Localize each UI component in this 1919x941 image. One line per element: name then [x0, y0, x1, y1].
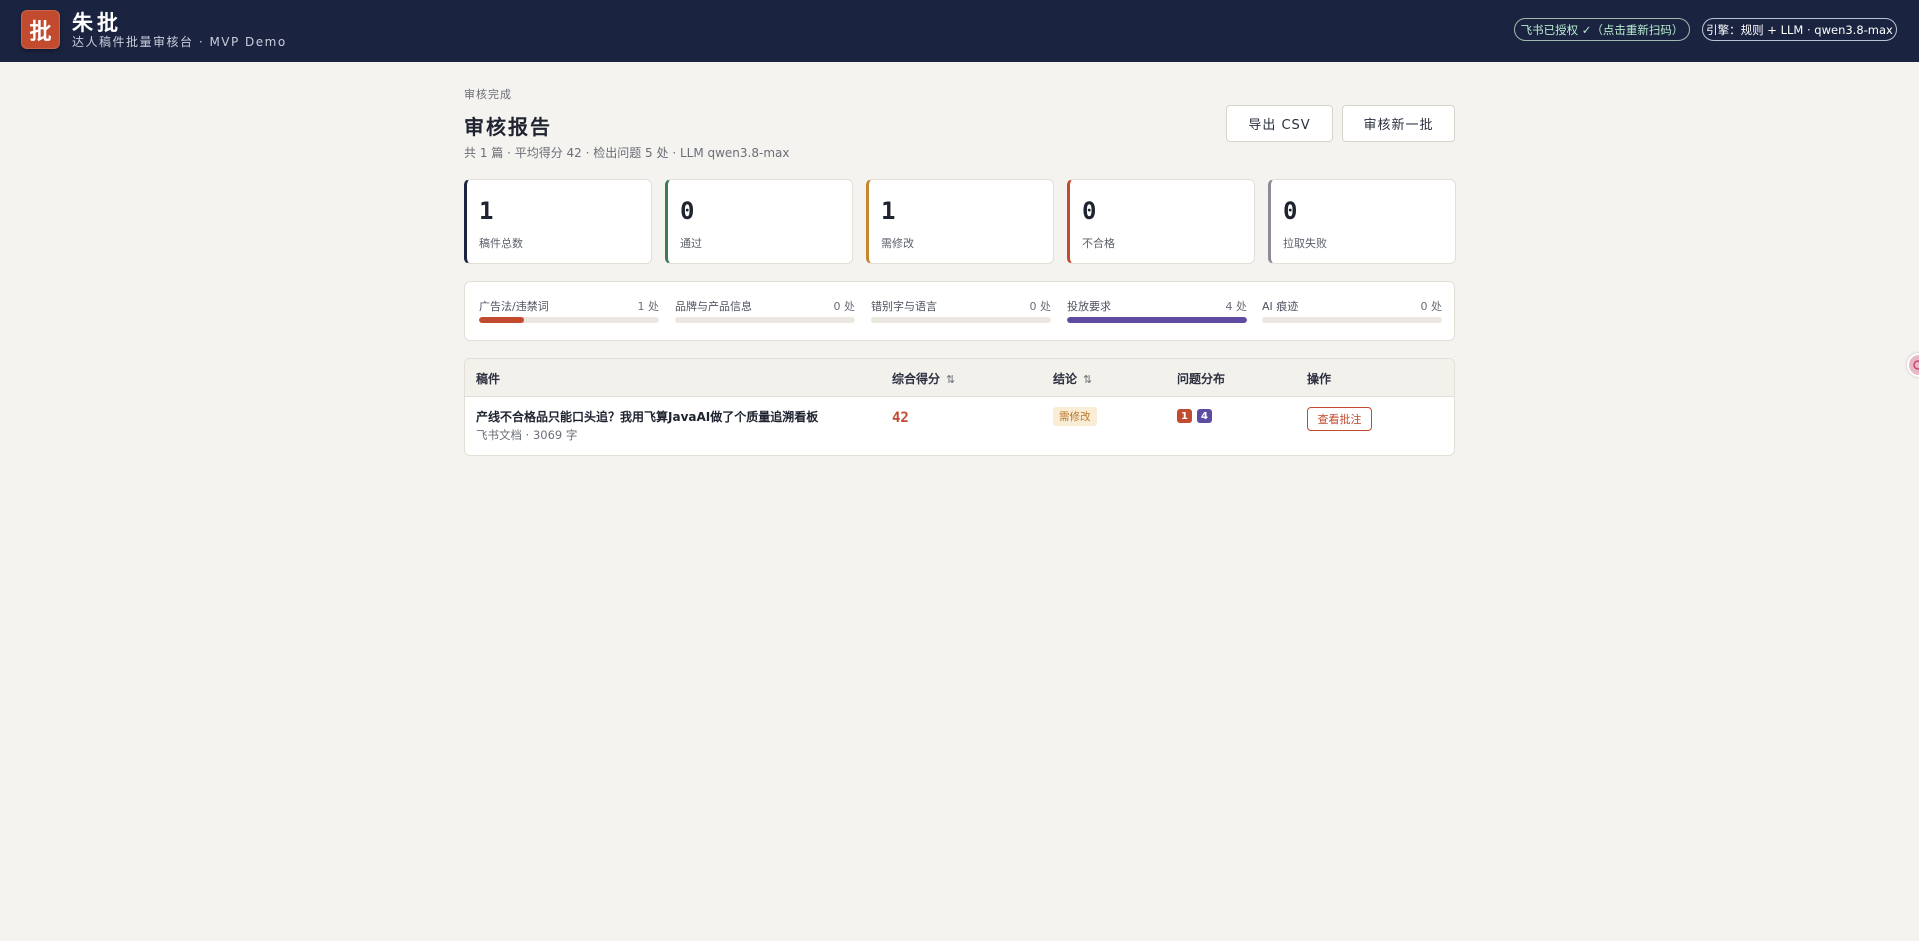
stat-value: 0: [1283, 197, 1298, 225]
app-logo: 批: [21, 10, 60, 49]
category-ai-traces: AI 痕迹 0 处: [1262, 298, 1442, 328]
results-table: 稿件 综合得分 ⇅ 结论 ⇅ 问题分布 操作 产线不合格品只能口头追？我用飞算Jav…: [464, 358, 1455, 456]
category-count: 0 处: [1029, 300, 1052, 313]
category-name: 投放要求: [1067, 300, 1111, 313]
column-header-issues: 问题分布: [1177, 372, 1226, 386]
floating-assistant-icon[interactable]: [1907, 353, 1919, 377]
stat-card-fetch-failed: 0 拉取失败: [1268, 179, 1456, 264]
category-bar-track: [871, 317, 1051, 323]
category-name: 错别字与语言: [871, 300, 937, 313]
stat-label: 通过: [680, 237, 702, 250]
stat-card-passed: 0 通过: [665, 179, 853, 264]
category-bar-track: [1067, 317, 1247, 323]
issue-category-panel: 广告法/违禁词 1 处 品牌与产品信息 0 处 错别字与语言 0 处 投放要求 …: [464, 281, 1455, 341]
view-annotations-button[interactable]: 查看批注: [1307, 407, 1372, 431]
category-count: 0 处: [833, 300, 856, 313]
category-bar-fill: [479, 317, 524, 323]
stat-value: 1: [479, 197, 494, 225]
doc-score: 42: [892, 410, 909, 426]
sort-icon[interactable]: ⇅: [946, 373, 955, 386]
category-count: 1 处: [637, 300, 660, 313]
stat-label: 拉取失败: [1283, 237, 1327, 250]
table-header: 稿件 综合得分 ⇅ 结论 ⇅ 问题分布 操作: [465, 359, 1454, 397]
category-bar-fill: [1067, 317, 1247, 323]
new-batch-button[interactable]: 审核新一批: [1342, 105, 1455, 142]
category-bar-track: [479, 317, 659, 323]
category-count: 0 处: [1420, 300, 1443, 313]
category-brand-product: 品牌与产品信息 0 处: [675, 298, 855, 328]
category-typo-language: 错别字与语言 0 处: [871, 298, 1051, 328]
stat-label: 稿件总数: [479, 237, 523, 250]
report-eyebrow: 审核完成: [464, 88, 512, 101]
category-count: 4 处: [1225, 300, 1248, 313]
category-placement-requirements: 投放要求 4 处: [1067, 298, 1247, 328]
export-csv-button[interactable]: 导出 CSV: [1226, 105, 1333, 142]
stat-card-total: 1 稿件总数: [464, 179, 652, 264]
assistant-glyph-icon: [1913, 360, 1919, 370]
top-bar: 批 朱批 达人稿件批量审核台 · MVP Demo 飞书已授权 ✓（点击重新扫码…: [0, 0, 1919, 62]
report-summary: 共 1 篇 · 平均得分 42 · 检出问题 5 处 · LLM qwen3.8…: [464, 146, 790, 160]
brand-subtitle: 达人稿件批量审核台 · MVP Demo: [72, 35, 287, 49]
stat-value: 0: [1082, 197, 1097, 225]
stat-value: 0: [680, 197, 695, 225]
stat-card-needs-revision: 1 需修改: [866, 179, 1054, 264]
column-header-doc: 稿件: [476, 372, 501, 386]
category-bar-track: [1262, 317, 1442, 323]
column-header-score-label: 综合得分: [892, 372, 941, 386]
page-title: 审核报告: [464, 115, 552, 139]
category-ad-law: 广告法/违禁词 1 处: [479, 298, 659, 328]
category-name: AI 痕迹: [1262, 300, 1299, 313]
column-header-score[interactable]: 综合得分 ⇅: [892, 370, 955, 387]
feishu-auth-status-button[interactable]: 飞书已授权 ✓（点击重新扫码）: [1514, 18, 1690, 41]
issue-count-badge: 4: [1197, 409, 1212, 423]
column-header-verdict[interactable]: 结论 ⇅: [1053, 370, 1092, 387]
stat-label: 不合格: [1082, 237, 1115, 250]
column-header-action: 操作: [1307, 372, 1332, 386]
stat-card-failed: 0 不合格: [1067, 179, 1255, 264]
issue-count-badge: 1: [1177, 409, 1192, 423]
verdict-badge: 需修改: [1053, 407, 1097, 426]
stat-label: 需修改: [881, 237, 914, 250]
stat-value: 1: [881, 197, 896, 225]
column-header-verdict-label: 结论: [1053, 372, 1078, 386]
category-bar-track: [675, 317, 855, 323]
category-name: 广告法/违禁词: [479, 300, 549, 313]
category-name: 品牌与产品信息: [675, 300, 752, 313]
engine-badge: 引擎：规则 + LLM · qwen3.8-max: [1702, 18, 1897, 41]
sort-icon[interactable]: ⇅: [1083, 373, 1092, 386]
doc-title: 产线不合格品只能口头追？我用飞算JavaAI做了个质量追溯看板: [476, 410, 819, 424]
doc-meta: 飞书文档 · 3069 字: [476, 428, 578, 442]
